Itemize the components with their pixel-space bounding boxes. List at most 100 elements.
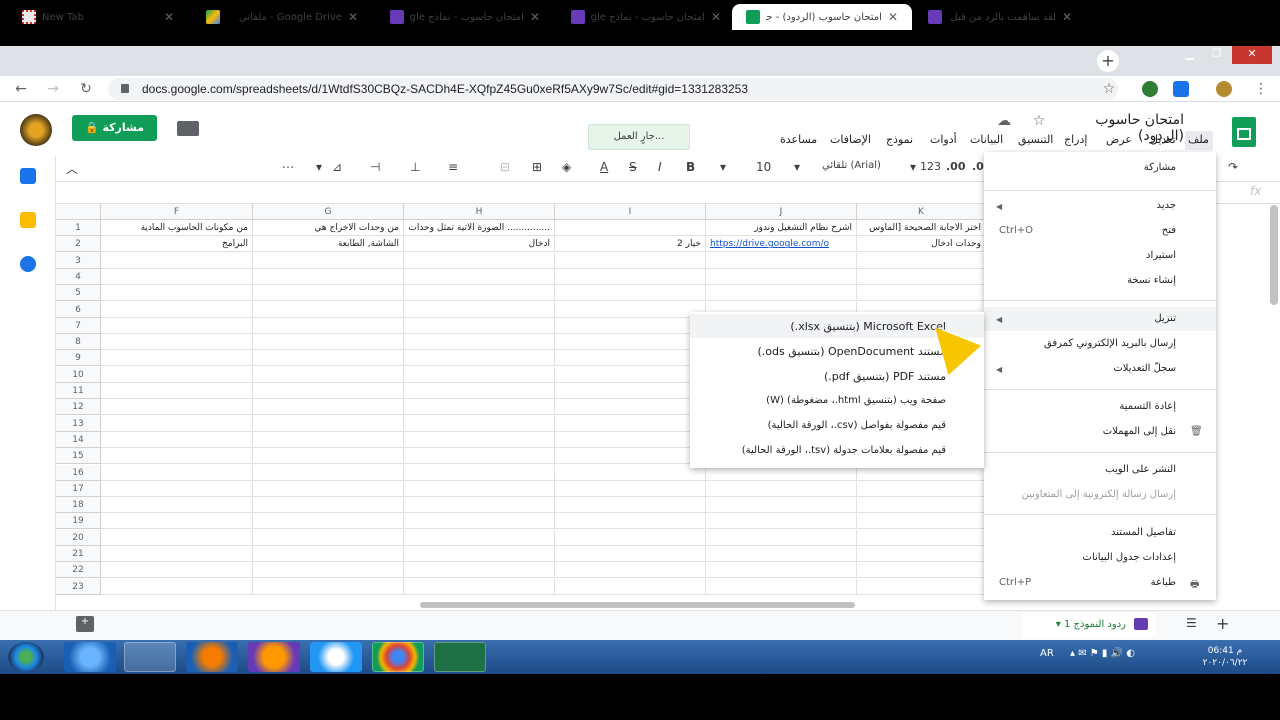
column-header[interactable]: K — [857, 204, 986, 220]
table-cell[interactable]: ادخال — [404, 236, 555, 253]
table-cell[interactable] — [101, 268, 253, 285]
column-header[interactable]: F — [101, 204, 253, 220]
table-cell[interactable] — [101, 497, 253, 514]
table-cell[interactable] — [706, 480, 857, 497]
table-cell[interactable] — [101, 448, 253, 465]
functions-icon[interactable]: ▾ — [316, 160, 322, 174]
table-cell[interactable] — [101, 252, 253, 269]
table-cell[interactable] — [404, 301, 555, 318]
table-cell[interactable]: من مكونات الحاسوب المادية — [101, 220, 253, 236]
row-header[interactable]: 17 — [56, 480, 101, 497]
row-header[interactable]: 3 — [56, 252, 101, 269]
file-menu-item[interactable]: تفاصيل المستند — [1111, 527, 1176, 538]
font-size-select[interactable]: 10 — [756, 160, 771, 174]
table-cell[interactable] — [253, 497, 404, 514]
sheet-tab[interactable]: ردود النموذج 1 ▾ — [1022, 612, 1156, 638]
file-menu-item[interactable]: فتح — [1162, 225, 1176, 236]
row-header[interactable]: 22 — [56, 562, 101, 579]
file-menu-item[interactable]: جديد — [1157, 200, 1176, 211]
reload-icon[interactable]: ↻ — [77, 80, 95, 98]
column-header[interactable]: H — [404, 204, 555, 220]
table-cell[interactable] — [253, 399, 404, 416]
table-cell[interactable] — [555, 350, 706, 367]
table-cell[interactable] — [253, 285, 404, 302]
table-cell[interactable] — [404, 497, 555, 514]
table-cell[interactable] — [253, 383, 404, 399]
all-sheets-icon[interactable]: ☰ — [1186, 616, 1197, 630]
browser-icon[interactable] — [310, 642, 362, 672]
table-cell[interactable] — [253, 480, 404, 497]
table-cell[interactable]: البرامج — [101, 236, 253, 253]
star-icon[interactable]: ☆ — [1100, 80, 1118, 98]
table-cell[interactable] — [253, 252, 404, 269]
profile-avatar[interactable] — [1216, 81, 1232, 97]
halign-icon[interactable]: ≡ — [448, 160, 458, 174]
table-cell[interactable] — [706, 529, 857, 546]
menu-help[interactable]: مساعدة — [780, 131, 817, 149]
row-header[interactable]: 23 — [56, 578, 101, 595]
table-cell[interactable] — [101, 431, 253, 448]
table-cell[interactable] — [555, 529, 706, 546]
tray-icons[interactable]: ▴ ✉ ⚑ ▮ 🔊 ◐ — [1070, 648, 1135, 659]
strikethrough-icon[interactable]: S — [629, 160, 637, 174]
vertical-scrollbar[interactable] — [1270, 205, 1278, 305]
back-icon[interactable]: ← — [12, 80, 30, 98]
row-header[interactable]: 2 — [56, 236, 101, 253]
tab-new-tab[interactable]: New Tab ✕ — [8, 4, 188, 30]
table-cell[interactable] — [706, 546, 857, 562]
table-cell[interactable] — [555, 317, 706, 334]
explorer-icon[interactable] — [124, 642, 176, 672]
table-cell[interactable]: اختر الاجابة الصحيحة [الماوس — [857, 220, 986, 236]
row-header[interactable]: 16 — [56, 464, 101, 481]
file-menu-item[interactable]: استيراد — [1146, 250, 1176, 261]
download-option[interactable]: مستند PDF (بتنسيق pdf.) — [824, 370, 946, 383]
horizontal-scrollbar[interactable] — [420, 602, 855, 608]
row-header[interactable]: 15 — [56, 448, 101, 465]
menu-format[interactable]: التنسيق — [1018, 131, 1053, 149]
table-cell[interactable] — [253, 301, 404, 318]
menu-view[interactable]: عرض — [1106, 131, 1132, 149]
file-menu-item[interactable]: إعدادات جدول البيانات — [1083, 552, 1176, 563]
table-cell[interactable] — [555, 334, 706, 351]
table-cell[interactable] — [404, 464, 555, 481]
tab-google-drive[interactable]: Google Drive - ملفاتي ✕ — [192, 4, 372, 30]
table-cell[interactable] — [253, 464, 404, 481]
excel-icon[interactable] — [434, 642, 486, 672]
download-option[interactable]: Microsoft Excel (بتنسيق xlsx.) — [790, 320, 946, 333]
table-cell[interactable] — [253, 562, 404, 579]
table-cell[interactable] — [404, 562, 555, 579]
row-header[interactable]: 4 — [56, 268, 101, 285]
file-menu-item[interactable]: إنشاء نسخة — [1127, 275, 1176, 286]
file-menu-item[interactable]: إرسال بالبريد الإلكتروني كمرفق — [1044, 338, 1176, 349]
menu-tools[interactable]: أدوات — [930, 131, 957, 149]
table-cell[interactable] — [555, 252, 706, 269]
valign-icon[interactable]: ⊥ — [410, 160, 420, 174]
table-cell[interactable] — [404, 448, 555, 465]
table-cell[interactable] — [706, 497, 857, 514]
table-cell[interactable] — [857, 252, 986, 269]
table-cell[interactable] — [253, 334, 404, 351]
file-menu-item[interactable]: نقل إلى المهملات — [1103, 426, 1176, 437]
table-cell[interactable] — [555, 301, 706, 318]
table-cell[interactable] — [555, 268, 706, 285]
tab-forms-1[interactable]: امتحان حاسوب - نماذج Google ✕ — [376, 4, 554, 30]
table-cell[interactable]: اشرح نظام التشغيل وندوز — [706, 220, 857, 236]
table-cell[interactable] — [857, 497, 986, 514]
row-header[interactable]: 7 — [56, 317, 101, 334]
file-menu-item[interactable]: تنزيل — [1154, 313, 1176, 324]
table-cell[interactable] — [404, 334, 555, 351]
tab-forms-2[interactable]: امتحان حاسوب - نماذج Google ✕ — [557, 4, 735, 30]
minimize-button[interactable]: ▁ — [1176, 46, 1203, 64]
file-menu-item[interactable]: سجلّ التعديلات — [1113, 363, 1176, 374]
table-cell[interactable] — [555, 366, 706, 383]
download-option[interactable]: قيم مفصولة بعلامات جدولة (tsv.، الورقة ا… — [742, 445, 946, 456]
table-cell[interactable] — [555, 480, 706, 497]
table-cell[interactable] — [253, 431, 404, 448]
font-select[interactable]: تلقائي (Arial) — [822, 160, 881, 171]
table-cell[interactable] — [555, 431, 706, 448]
table-cell[interactable] — [706, 578, 857, 595]
table-cell[interactable] — [253, 268, 404, 285]
menu-file[interactable]: ملف — [1188, 131, 1209, 149]
table-cell[interactable] — [253, 513, 404, 530]
table-cell[interactable] — [555, 448, 706, 465]
